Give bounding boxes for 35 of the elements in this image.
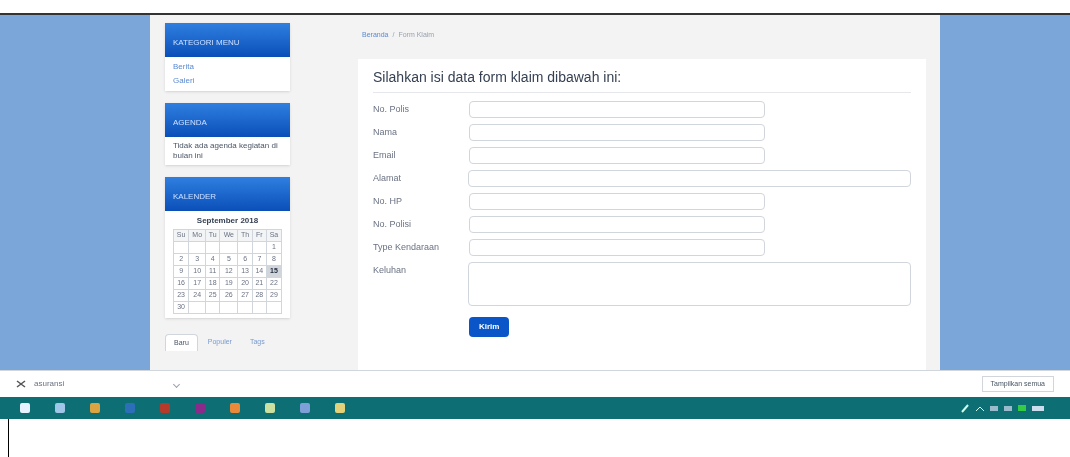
field-label: Keluhan — [373, 264, 408, 275]
field-label: Alamat — [373, 172, 402, 183]
field-label: No. Polis — [373, 103, 410, 114]
input-field[interactable] — [469, 147, 765, 164]
taskbar-app-icon[interactable] — [125, 403, 135, 413]
input-field[interactable] — [469, 124, 765, 141]
sidebar-link[interactable]: Galeri — [173, 75, 282, 87]
field-label: Type Kendaraan — [373, 241, 441, 252]
taskbar-app-icon[interactable] — [335, 403, 345, 413]
field-label: No. HP — [373, 195, 403, 206]
taskbar-app-icon[interactable] — [300, 403, 310, 413]
input-field[interactable] — [469, 239, 765, 256]
sidebar-link[interactable]: Berita — [173, 61, 282, 73]
field-label: Nama — [373, 126, 398, 137]
form-title: Silahkan isi data form klaim dibawah ini: — [373, 67, 911, 93]
taskbar-app-icon[interactable] — [90, 403, 100, 413]
taskbar-app-icon[interactable] — [20, 403, 30, 413]
input-field[interactable] — [469, 193, 765, 210]
agenda-text: Tidak ada agenda kegiatan di bulan ini — [172, 140, 279, 162]
panel-title: AGENDA — [173, 118, 207, 127]
panel-title: KALENDER — [173, 192, 217, 201]
field-label: No. Polisi — [373, 218, 412, 229]
input-field[interactable] — [469, 101, 765, 118]
submit-button[interactable]: Kirim — [469, 317, 510, 337]
field-label: Email — [373, 149, 397, 160]
taskbar-app-icon[interactable] — [230, 403, 240, 413]
taskbar-app-icon[interactable] — [55, 403, 65, 413]
panel-title: KATEGORI MENU — [173, 38, 240, 47]
taskbar-app-icon[interactable] — [265, 403, 275, 413]
input-field[interactable] — [467, 170, 911, 187]
input-field[interactable] — [467, 262, 911, 306]
calendar-month: September 2018 — [195, 215, 260, 227]
download-file-name[interactable]: asuransi — [34, 378, 65, 390]
taskbar-app-icon[interactable] — [160, 403, 170, 413]
input-field[interactable] — [469, 216, 765, 233]
